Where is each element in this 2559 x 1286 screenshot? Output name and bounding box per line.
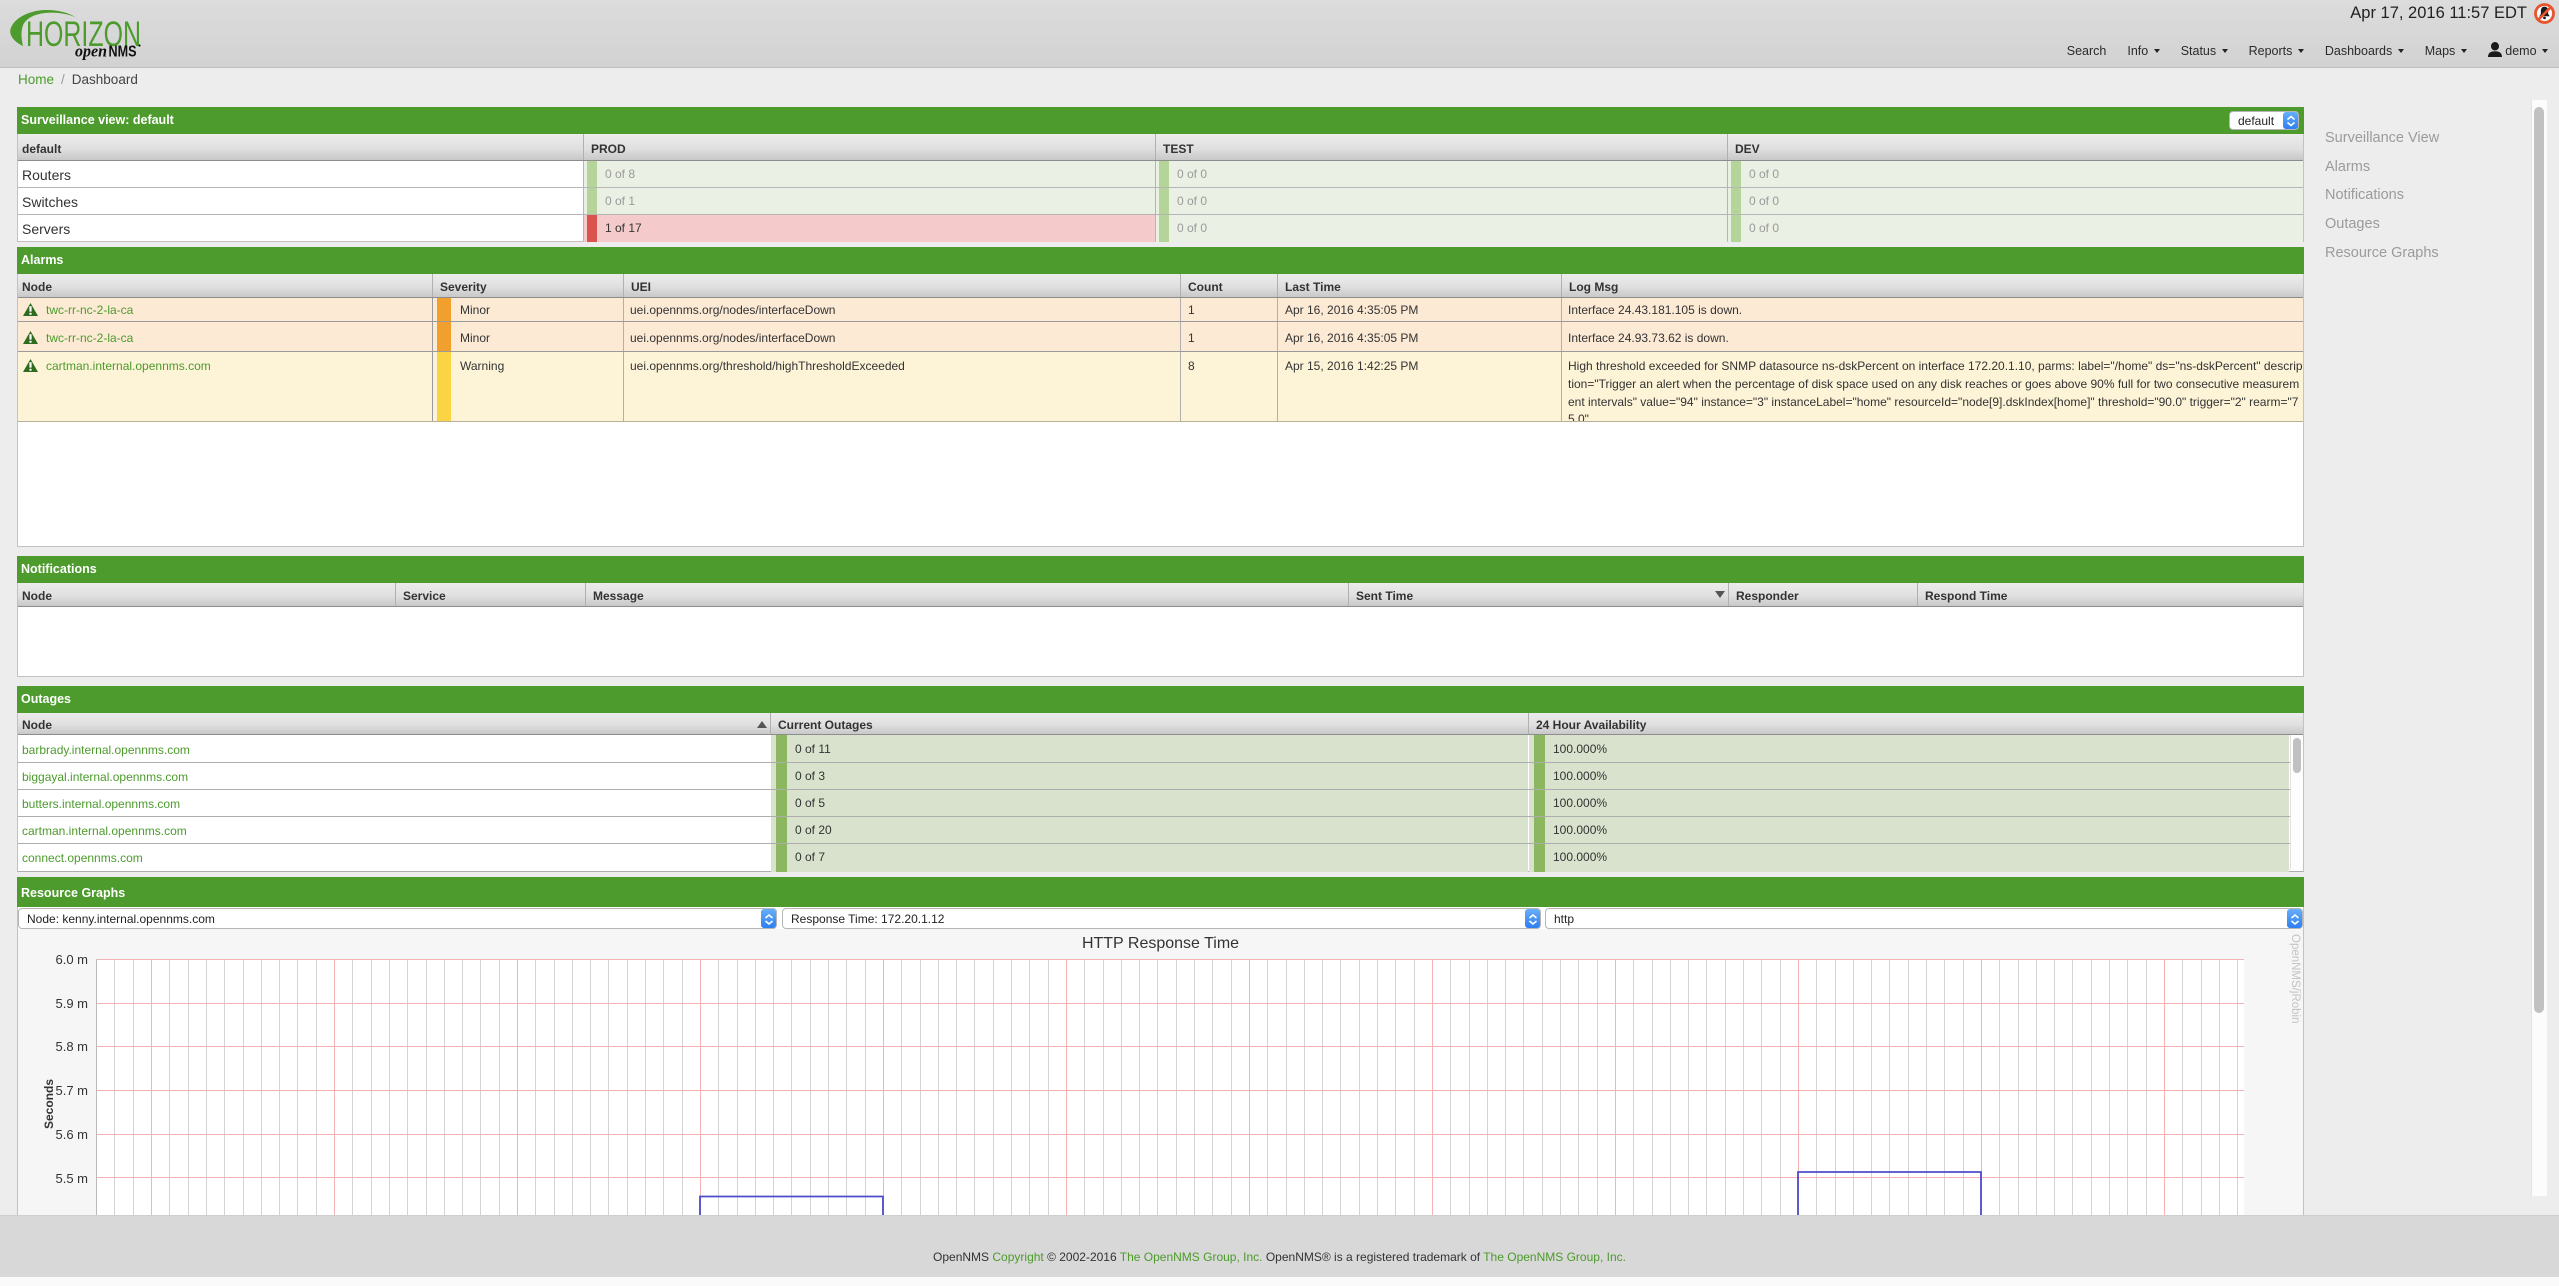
svg-text:NMS: NMS: [109, 44, 137, 61]
svg-text:open: open: [75, 42, 107, 61]
